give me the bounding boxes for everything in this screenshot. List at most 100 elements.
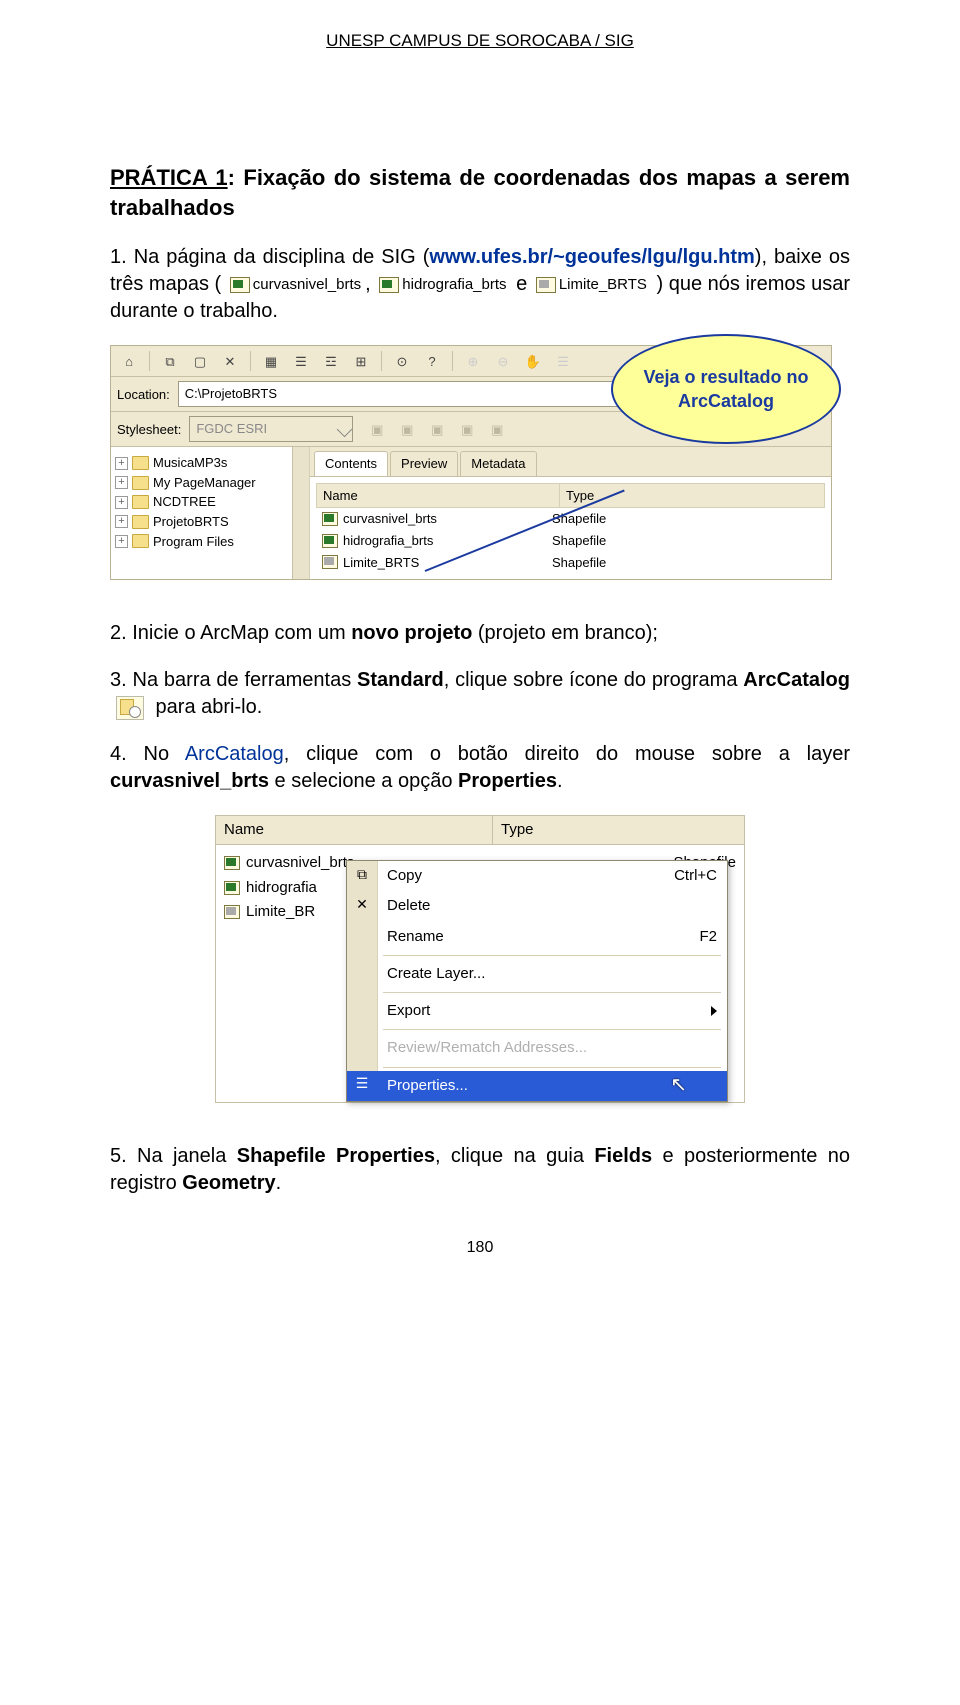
separator bbox=[250, 351, 251, 371]
catalog-tree: +MusicaMP3s +My PageManager +NCDTREE +Pr… bbox=[111, 447, 310, 579]
context-menu-screenshot: Name Type curvasnivel_brtsShapefile hidr… bbox=[215, 815, 745, 1103]
separator bbox=[381, 351, 382, 371]
toolbar-button[interactable]: ▣ bbox=[486, 419, 508, 439]
menu-separator bbox=[383, 992, 721, 993]
search-icon[interactable]: ⊙ bbox=[390, 350, 414, 372]
menu-item-delete[interactable]: ✕ Delete bbox=[347, 891, 727, 921]
document-title: PRÁTICA 1: Fixação do sistema de coorden… bbox=[110, 163, 850, 222]
paste-icon[interactable]: ▢ bbox=[188, 350, 212, 372]
help-icon[interactable]: ? bbox=[420, 350, 444, 372]
tab-bar: Contents Preview Metadata bbox=[310, 447, 831, 477]
tree-item[interactable]: +Program Files bbox=[115, 532, 305, 552]
column-header: Name Type bbox=[316, 483, 825, 509]
menu-item-export[interactable]: Export bbox=[347, 996, 727, 1026]
tab-metadata[interactable]: Metadata bbox=[460, 451, 536, 476]
shapefile-icon bbox=[224, 856, 240, 870]
context-menu: ⧉ CopyCtrl+C ✕ Delete RenameF2 Create La… bbox=[346, 860, 728, 1102]
menu-item-copy[interactable]: ⧉ CopyCtrl+C bbox=[347, 861, 727, 891]
column-header: Name Type bbox=[216, 816, 744, 845]
page-number: 180 bbox=[110, 1237, 850, 1259]
menu-item-properties[interactable]: ☰ Properties... ↖ bbox=[347, 1071, 727, 1101]
arccatalog-icon bbox=[116, 696, 144, 720]
separator bbox=[452, 351, 453, 371]
menu-item-create-layer[interactable]: Create Layer... bbox=[347, 959, 727, 989]
menu-separator bbox=[383, 1067, 721, 1068]
paragraph-2: 2. Inicie o ArcMap com um novo projeto (… bbox=[110, 620, 850, 647]
zoom-icon[interactable]: ⊖ bbox=[491, 350, 515, 372]
menu-item-review-rematch: Review/Rematch Addresses... bbox=[347, 1033, 727, 1063]
shapefile-icon bbox=[322, 555, 338, 569]
title-label: PRÁTICA 1 bbox=[110, 165, 228, 190]
paragraph-1: 1. Na página da disciplina de SIG (www.u… bbox=[110, 244, 850, 325]
col-type[interactable]: Type bbox=[493, 816, 744, 844]
stylesheet-input[interactable]: FGDC ESRI bbox=[189, 416, 353, 442]
tree-item[interactable]: +My PageManager bbox=[115, 473, 305, 493]
toolbar-button[interactable]: ☰ bbox=[551, 350, 575, 372]
copy-icon: ⧉ bbox=[352, 865, 372, 883]
shapefile-icon bbox=[536, 277, 556, 293]
inline-file-label: Limite_BRTS bbox=[559, 275, 647, 295]
menu-separator bbox=[383, 1029, 721, 1030]
list-item[interactable]: Limite_BRTS Shapefile bbox=[316, 552, 825, 574]
list-number: 5. bbox=[110, 1145, 127, 1167]
submenu-arrow-icon bbox=[711, 1006, 717, 1016]
shapefile-icon bbox=[379, 277, 399, 293]
folder-icon bbox=[132, 534, 149, 548]
tree-item[interactable]: +NCDTREE bbox=[115, 492, 305, 512]
folder-icon bbox=[132, 515, 149, 529]
properties-icon: ☰ bbox=[352, 1075, 372, 1093]
toolbar-button[interactable]: ▣ bbox=[456, 419, 478, 439]
shapefile-icon bbox=[224, 881, 240, 895]
tree-item[interactable]: +ProjetoBRTS bbox=[115, 512, 305, 532]
folder-icon bbox=[132, 456, 149, 470]
list-number: 3. bbox=[110, 669, 127, 691]
inline-file-label: hidrografia_brts bbox=[402, 275, 506, 295]
paragraph-3: 3. Na barra de ferramentas Standard, cli… bbox=[110, 667, 850, 721]
stylesheet-label: Stylesheet: bbox=[117, 421, 181, 439]
view-details-icon[interactable]: ☲ bbox=[319, 350, 343, 372]
contents-list: Name Type curvasnivel_brts Shapefile hid… bbox=[310, 477, 831, 579]
link-text: www.ufes.br/~geoufes/lgu/lgu.htm bbox=[429, 246, 754, 268]
copy-icon[interactable]: ⧉ bbox=[158, 350, 182, 372]
arccatalog-window: Veja o resultado no ArcCatalog ⌂ ⧉ ▢ ✕ ▦… bbox=[110, 345, 832, 580]
delete-icon[interactable]: ✕ bbox=[218, 350, 242, 372]
tree-item[interactable]: +MusicaMP3s bbox=[115, 453, 305, 473]
scrollbar[interactable] bbox=[292, 447, 309, 579]
list-number: 1. bbox=[110, 246, 127, 268]
shapefile-icon bbox=[230, 277, 250, 293]
toolbar-button[interactable]: ⌂ bbox=[117, 350, 141, 372]
toolbar-button[interactable]: ▣ bbox=[396, 419, 418, 439]
cursor-icon: ↖ bbox=[670, 1072, 687, 1099]
col-type[interactable]: Type bbox=[560, 484, 824, 508]
folder-icon bbox=[132, 495, 149, 509]
delete-icon: ✕ bbox=[352, 895, 372, 913]
folder-icon bbox=[132, 476, 149, 490]
view-thumb-icon[interactable]: ⊞ bbox=[349, 350, 373, 372]
paragraph-5: 5. Na janela Shapefile Properties, cliqu… bbox=[110, 1143, 850, 1197]
list-number: 2. bbox=[110, 622, 127, 644]
tab-preview[interactable]: Preview bbox=[390, 451, 458, 476]
menu-item-rename[interactable]: RenameF2 bbox=[347, 922, 727, 952]
col-name[interactable]: Name bbox=[216, 816, 493, 844]
location-label: Location: bbox=[117, 386, 170, 404]
list-number: 4. bbox=[110, 743, 127, 765]
list-item[interactable]: hidrografia_brts Shapefile bbox=[316, 530, 825, 552]
separator bbox=[149, 351, 150, 371]
shapefile-icon bbox=[224, 905, 240, 919]
callout-bubble: Veja o resultado no ArcCatalog bbox=[611, 334, 841, 444]
shapefile-icon bbox=[322, 512, 338, 526]
shapefile-icon bbox=[322, 534, 338, 548]
view-list-icon[interactable]: ☰ bbox=[289, 350, 313, 372]
inline-file-label: curvasnivel_brts bbox=[253, 275, 361, 295]
tab-contents[interactable]: Contents bbox=[314, 451, 388, 476]
view-large-icon[interactable]: ▦ bbox=[259, 350, 283, 372]
page-header: UNESP CAMPUS DE SOROCABA / SIG bbox=[110, 30, 850, 53]
zoom-icon[interactable]: ⊕ bbox=[461, 350, 485, 372]
toolbar-button[interactable]: ▣ bbox=[426, 419, 448, 439]
pan-icon[interactable]: ✋ bbox=[521, 350, 545, 372]
col-name[interactable]: Name bbox=[317, 484, 560, 508]
toolbar-button[interactable]: ▣ bbox=[366, 419, 388, 439]
paragraph-4: 4. No ArcCatalog, clique com o botão dir… bbox=[110, 741, 850, 795]
document-page: UNESP CAMPUS DE SOROCABA / SIG PRÁTICA 1… bbox=[0, 0, 960, 1318]
menu-separator bbox=[383, 955, 721, 956]
